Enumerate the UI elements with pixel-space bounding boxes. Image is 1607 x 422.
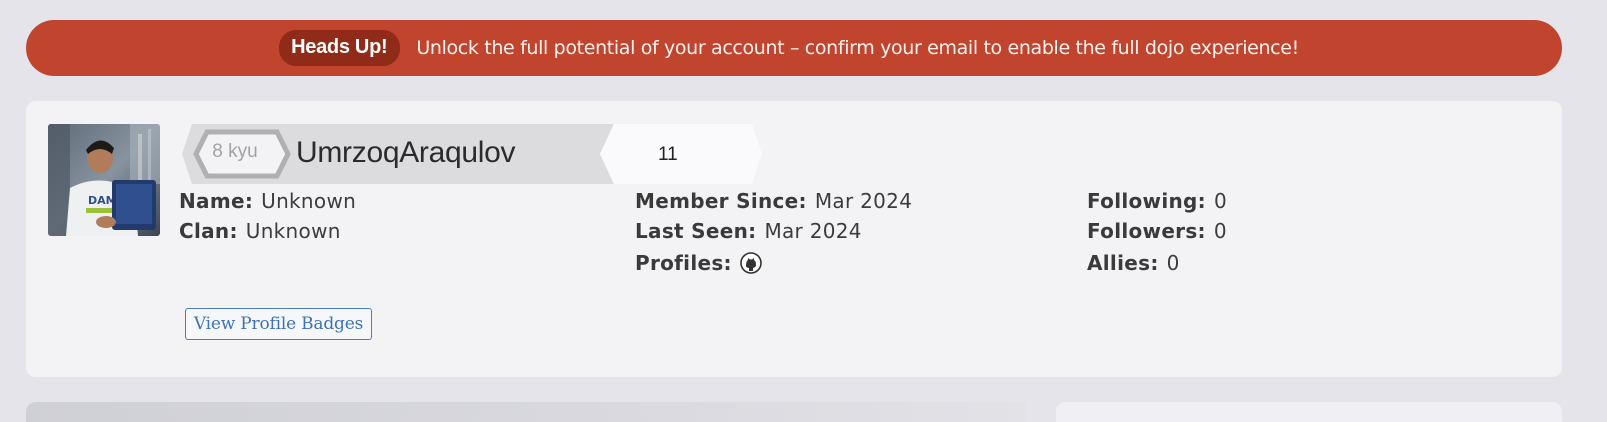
alert-message: Unlock the full potential of your accoun… [416, 37, 1299, 59]
stat-following: Following: 0 [1087, 189, 1227, 213]
honor-score: 11 [658, 144, 678, 165]
stat-member-since-value: Mar 2024 [814, 189, 913, 213]
stat-following-value: 0 [1213, 189, 1227, 213]
stat-profiles: Profiles: [635, 251, 762, 275]
stat-member-since-label: Member Since: [635, 189, 807, 213]
avatar[interactable]: DAMO [48, 124, 160, 236]
stat-clan-label: Clan: [179, 219, 238, 243]
view-profile-badges-button[interactable]: View Profile Badges [185, 308, 372, 340]
stat-allies: Allies: 0 [1087, 251, 1180, 275]
stat-name-label: Name: [179, 189, 254, 213]
rank-badge: 8 kyu [212, 141, 258, 162]
next-panel-left [26, 402, 1026, 422]
profile-card: DAMO 8 kyu UmrzoqAraqulov 11 Name: Unknow… [26, 101, 1562, 377]
stat-last-seen-label: Last Seen: [635, 219, 757, 243]
stat-member-since: Member Since: Mar 2024 [635, 189, 912, 213]
next-panel-right [1056, 402, 1562, 422]
stat-following-label: Following: [1087, 189, 1206, 213]
stat-last-seen-value: Mar 2024 [764, 219, 862, 243]
stat-allies-value: 0 [1166, 251, 1180, 275]
stat-allies-label: Allies: [1087, 251, 1159, 275]
stat-profiles-label: Profiles: [635, 251, 732, 275]
email-confirm-alert: Heads Up! Unlock the full potential of y… [26, 20, 1562, 76]
alert-content: Heads Up! Unlock the full potential of y… [279, 30, 1299, 66]
stat-name-value: Unknown [261, 189, 357, 213]
stat-followers-value: 0 [1213, 219, 1227, 243]
stat-followers: Followers: 0 [1087, 219, 1227, 243]
username-banner: 8 kyu UmrzoqAraqulov 11 [182, 124, 782, 184]
alert-badge: Heads Up! [279, 30, 401, 66]
stat-clan: Clan: Unknown [179, 219, 341, 243]
stat-clan-value: Unknown [245, 219, 341, 243]
stat-name: Name: Unknown [179, 189, 356, 213]
stat-followers-label: Followers: [1087, 219, 1206, 243]
stat-last-seen: Last Seen: Mar 2024 [635, 219, 862, 243]
username: UmrzoqAraqulov [296, 136, 516, 169]
github-icon[interactable] [740, 252, 762, 274]
